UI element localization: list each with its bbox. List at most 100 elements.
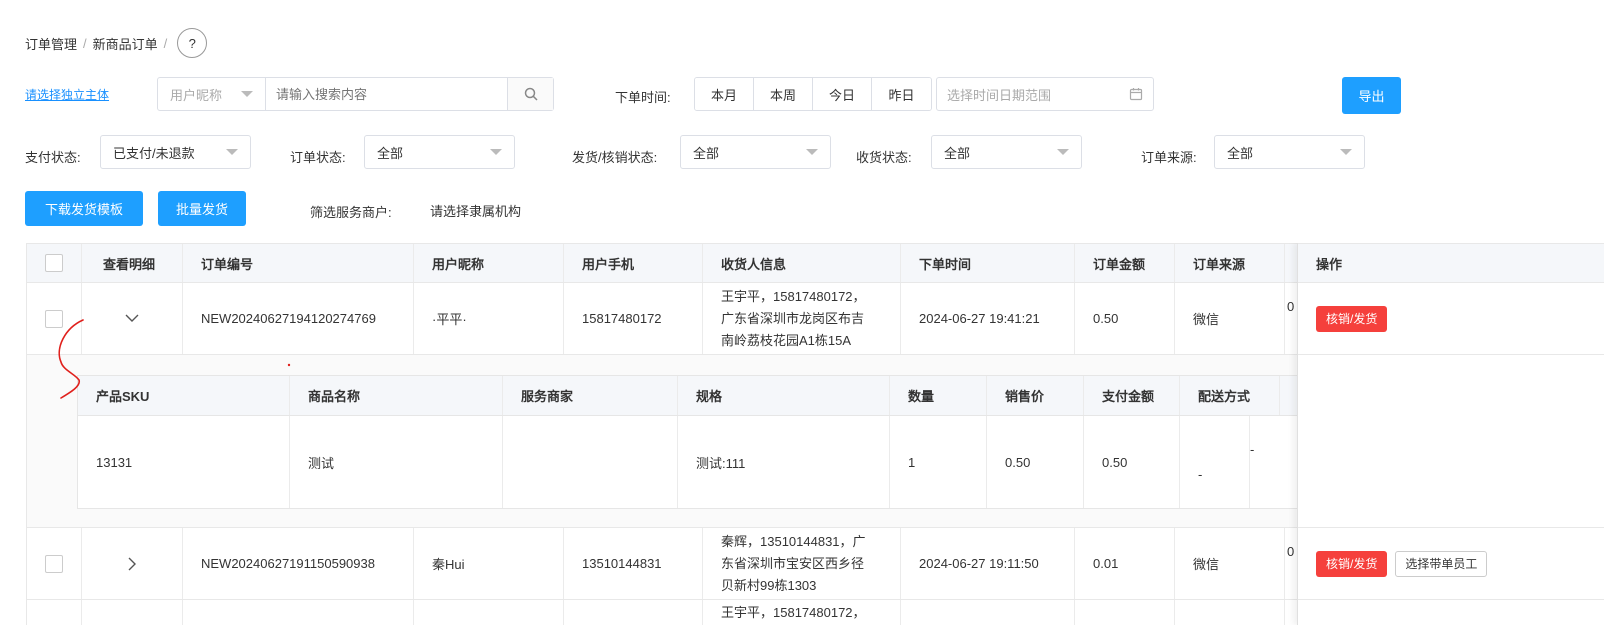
chevron-down-icon	[1340, 149, 1352, 155]
sale-price: 0.50	[987, 416, 1084, 508]
row-select	[27, 600, 82, 625]
header-operations: 操作	[1298, 243, 1604, 283]
breadcrumb: 订单管理 / 新商品订单 / ?	[25, 28, 208, 58]
ship-status-label: 发货/核销状态:	[572, 150, 658, 165]
paid-amount: 0.50	[1084, 416, 1180, 508]
header-order-no: 订单编号	[183, 244, 414, 282]
order-no: NEW20240627191150590938	[183, 528, 414, 599]
receiver-line: 南岭荔枝花园A1栋15A	[721, 333, 852, 348]
order-time: 2024-06-27 19:41:21	[901, 283, 1075, 354]
chevron-right-icon	[128, 557, 136, 570]
detail-actions-empty	[1298, 355, 1604, 528]
chevron-down-icon	[226, 149, 238, 155]
time-button-month[interactable]: 本月	[695, 78, 754, 110]
order-amount: 0.50	[1075, 283, 1175, 354]
phone	[564, 600, 703, 625]
receiver-line: 王宇平，15817480172，	[721, 289, 866, 304]
receiver-info: 秦辉，13510144831，广 东省深圳市宝安区西乡径 贝新村99栋1303	[703, 528, 901, 599]
header-phone: 用户手机	[564, 244, 703, 282]
truncated-cell: -	[1250, 442, 1255, 457]
help-icon[interactable]: ?	[177, 28, 208, 58]
help-icon-glyph: ?	[188, 35, 196, 51]
delivery-method: -	[1180, 416, 1250, 508]
search-button[interactable]	[507, 78, 553, 110]
order-amount: 0.01	[1075, 528, 1175, 599]
time-button-today[interactable]: 今日	[813, 78, 872, 110]
chevron-down-icon	[241, 91, 253, 97]
receive-status-value: 全部	[944, 145, 971, 161]
order-time	[901, 600, 1075, 625]
chevron-down-icon	[490, 149, 502, 155]
header-spec: 规格	[678, 376, 890, 415]
row-expand-toggle[interactable]	[82, 528, 183, 599]
header-detail: 查看明细	[82, 244, 183, 282]
chevron-down-icon	[125, 314, 139, 322]
order-management-page: 订单管理 / 新商品订单 / ? 请选择独立主体 用户昵称 下单时间: 本月 本…	[0, 0, 1622, 625]
row-expand-toggle[interactable]	[82, 600, 183, 625]
order-status-select[interactable]: 全部	[364, 135, 515, 169]
download-template-button[interactable]: 下载发货模板	[25, 191, 143, 226]
breadcrumb-item-orders[interactable]: 订单管理	[25, 34, 77, 53]
receive-status-label: 收货状态:	[856, 150, 912, 165]
receive-status-select[interactable]: 全部	[931, 135, 1082, 169]
time-button-yesterday[interactable]: 昨日	[872, 78, 931, 110]
header-delivery: 配送方式	[1180, 376, 1280, 415]
pay-status-label: 支付状态:	[25, 150, 81, 165]
search-icon	[524, 87, 538, 101]
search-group: 用户昵称	[157, 77, 554, 111]
order-time-label: 下单时间:	[615, 90, 671, 105]
export-button[interactable]: 导出	[1342, 77, 1401, 114]
spec: 测试:111	[678, 416, 890, 508]
truncated-cell: 0	[1287, 544, 1295, 559]
phone: 15817480172	[564, 283, 703, 354]
select-all-checkbox[interactable]	[45, 254, 63, 272]
source-label: 订单来源:	[1141, 150, 1197, 165]
header-receiver: 收货人信息	[703, 244, 901, 282]
header-merchant: 服务商家	[503, 376, 678, 415]
merchant-filter-link[interactable]: 请选择隶属机构	[430, 201, 521, 220]
order-source: 微信	[1175, 528, 1285, 599]
receiver-info: 王宇平，15817480172， 广东省深圳市龙岗区布吉 南岭荔枝花园A1栋15…	[703, 283, 901, 354]
search-input[interactable]	[266, 78, 507, 110]
order-status-label: 订单状态:	[290, 150, 346, 165]
header-price: 销售价	[987, 376, 1084, 415]
sku: 13131	[78, 416, 290, 508]
date-range-picker[interactable]: 选择时间日期范围	[936, 77, 1154, 111]
nickname: ·平平·	[414, 283, 564, 354]
ship-status-select[interactable]: 全部	[680, 135, 831, 169]
row-actions: 核销/发货 选择带单员工	[1298, 528, 1604, 600]
order-no	[183, 600, 414, 625]
row-checkbox[interactable]	[45, 554, 63, 573]
nickname	[414, 600, 564, 625]
row-select	[27, 528, 82, 599]
row-actions: 核销/发货	[1298, 283, 1604, 355]
merchant	[503, 416, 678, 508]
header-paid: 支付金额	[1084, 376, 1180, 415]
source-select[interactable]: 全部	[1214, 135, 1365, 169]
operations-column: 操作 核销/发货 核销/发货 选择带单员工	[1297, 243, 1604, 625]
select-staff-button[interactable]: 选择带单员工	[1395, 550, 1488, 577]
breadcrumb-item-new-orders: 新商品订单	[92, 36, 158, 52]
verify-ship-button[interactable]: 核销/发货	[1316, 305, 1388, 332]
pay-status-select[interactable]: 已支付/未退款	[100, 135, 251, 169]
header-source: 订单来源	[1175, 244, 1285, 282]
ship-status-value: 全部	[693, 145, 720, 161]
verify-ship-button[interactable]: 核销/发货	[1316, 550, 1388, 577]
breadcrumb-separator: /	[163, 35, 168, 51]
row-expand-toggle[interactable]	[82, 283, 183, 354]
select-entity-link[interactable]: 请选择独立主体	[25, 86, 109, 103]
search-type-value: 用户昵称	[170, 87, 223, 103]
merchant-filter-label: 筛选服务商户:	[310, 205, 392, 220]
header-select-all	[27, 244, 82, 282]
quantity: 1	[890, 416, 987, 508]
truncated-cell: 0	[1287, 299, 1295, 314]
batch-ship-button[interactable]: 批量发货	[158, 191, 246, 226]
order-time: 2024-06-27 19:11:50	[901, 528, 1075, 599]
breadcrumb-separator: /	[83, 35, 87, 51]
product-name: 测试	[290, 416, 503, 508]
time-button-week[interactable]: 本周	[754, 78, 813, 110]
search-type-select[interactable]: 用户昵称	[158, 78, 266, 110]
order-amount	[1075, 600, 1175, 625]
order-source	[1175, 600, 1285, 625]
phone: 13510144831	[564, 528, 703, 599]
